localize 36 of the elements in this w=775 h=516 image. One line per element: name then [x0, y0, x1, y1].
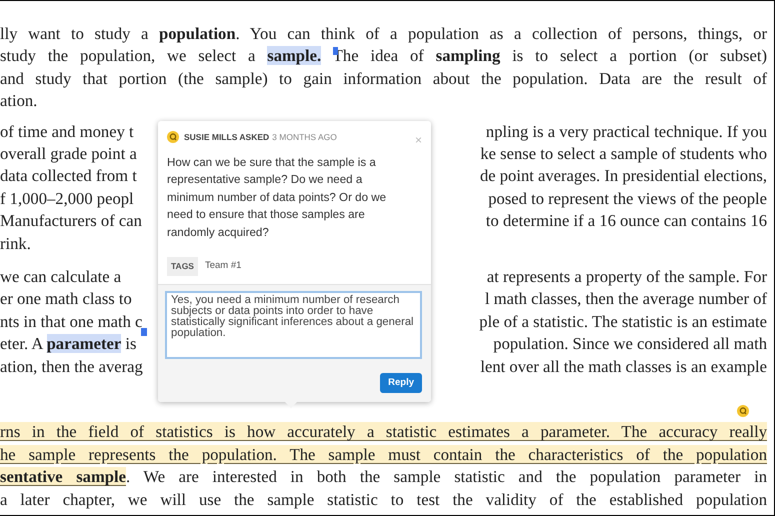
text-line: nts in that one math c: [0, 310, 142, 333]
text-line: we can calculate a: [0, 266, 122, 288]
text-line: sentative sample. We are interested in both the sample statistic and the population parameter in: [0, 466, 767, 488]
author-label: SUSIE MILLS ASKED: [184, 130, 270, 144]
text-line: overall grade point a: [0, 143, 137, 166]
text-line: de point averages. In presidential elections,: [480, 165, 767, 188]
time-label: 3 MONTHS AGO: [272, 130, 337, 144]
text-line: f 1,000–2,000 peopl: [0, 188, 134, 210]
text-line: lent over all the math classes is an example: [480, 356, 767, 378]
text-line: eter. A parameter is: [0, 333, 136, 356]
text-line: npling is a very practical technique. If you: [486, 120, 767, 143]
text-line: a later chapter, we will use the sample statistic to test the validity of the established population: [0, 488, 767, 511]
tags-label: TAGS: [167, 257, 198, 276]
text-line: l math classes, then the average number of: [485, 288, 767, 310]
text-line: ation, then the averag: [0, 356, 143, 378]
text-line: lly want to study a population. You can think of a population as a collection of persons, things, or: [0, 23, 767, 45]
text-line: to determine if a 16 ounce can contains 16: [486, 210, 767, 232]
text-line: data collected from t: [0, 165, 137, 188]
text-line: ke sense to select a sample of students who: [480, 143, 767, 166]
comment-icon: [167, 131, 179, 143]
comment-icon: [737, 405, 749, 417]
text-line: Manufacturers of can: [0, 210, 142, 232]
selection-handle[interactable]: [141, 328, 147, 336]
text-line: rink.: [0, 234, 31, 253]
text-line: er one math class to: [0, 288, 132, 310]
reply-field[interactable]: Yes, you need a minimum number of research subjects or data points into order to have statistically significant inferences about a general population.: [165, 291, 422, 359]
question-text: How can we be sure that the sample is a representative sample? Do we need a minimum number of data points? Or do we need to ensure that those samples are randomly acquired?: [166, 155, 388, 241]
text-line: posed to represent the views of the people: [488, 188, 767, 210]
text-line: and study that portion (the sample) to gain information about the population. Data are the result of: [0, 68, 767, 90]
reply-button[interactable]: Reply: [380, 373, 422, 393]
text-line: of time and money t: [0, 120, 134, 143]
text-line: population. Since we considered all math: [493, 333, 767, 356]
tag[interactable]: Team #1: [204, 259, 242, 274]
text-line: at represents a property of the sample. For: [486, 266, 767, 288]
text-line: ple of a statistic. The statistic is an estimate: [479, 310, 767, 333]
text-line: ation.: [0, 91, 38, 110]
